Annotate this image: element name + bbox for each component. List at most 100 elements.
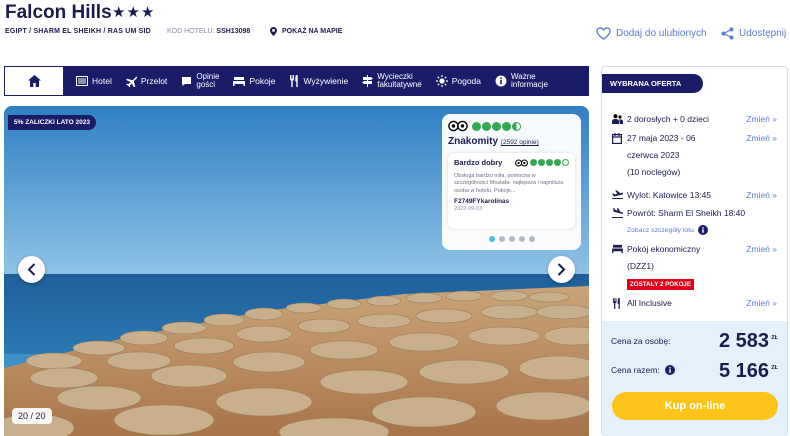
rating-bubble [554, 159, 561, 166]
rating-bubble [530, 159, 537, 166]
signpost-icon [362, 75, 374, 87]
tab-board-label: Wyżywienie [303, 75, 349, 86]
change-room-link[interactable]: Zmień » [746, 241, 777, 258]
pager-dot[interactable] [508, 236, 515, 242]
price-total-label: Cena razem: [611, 365, 660, 375]
offer-people: 2 dorosłych + 0 dzieci [612, 111, 709, 128]
tab-home[interactable] [4, 66, 64, 96]
tab-hotel-label: Hotel [92, 75, 112, 86]
review-rating [515, 158, 569, 167]
hotel-stars: ★★★ [112, 4, 156, 21]
home-icon [27, 75, 41, 87]
hotel-code-value: SSH13098 [216, 28, 251, 35]
rating-summary: Znakomity (2592 opinie) [448, 136, 575, 147]
breadcrumb[interactable]: EGIPT / SHARM EL SHEIKH / RAS UM SID [5, 28, 151, 35]
rating-bubble [482, 121, 491, 131]
buy-online-button[interactable]: Kup on-line [612, 392, 778, 420]
return-text: Powrót: Sharm El Sheikh 18:40 [627, 208, 746, 218]
currency-label: ZŁ [771, 335, 778, 341]
reviews-count-link[interactable]: (2592 opinie) [501, 139, 539, 146]
price-total: 5 166 [718, 360, 769, 382]
offer-dates: 27 maja 2023 - 06 czerwca 2023 (10 nocle… [612, 130, 696, 181]
price-box: Cena za osobę: 2 583 ZŁ Cena razem: 5 16… [602, 321, 787, 436]
hotel-tabs: Hotel Przelot Opinie gości Pokoje Wyżywi… [4, 66, 589, 96]
share-icon [721, 27, 734, 40]
tab-flight-label: Przelot [140, 75, 168, 86]
info-icon[interactable] [664, 365, 675, 375]
tab-hotel[interactable]: Hotel [64, 66, 119, 96]
dates-text: 27 maja 2023 - 06 czerwca 2023 (10 nocle… [627, 130, 696, 181]
tripadvisor-owl-icon [448, 120, 468, 132]
pager-dot-active[interactable] [488, 236, 495, 242]
tab-rooms-label: Pokoje [249, 75, 276, 86]
favorites-label: Dodaj do ulubionych [616, 28, 707, 39]
currency-label: ZŁ [771, 365, 778, 371]
share-label: Udostępnij [739, 28, 787, 39]
selected-offer-panel: WYBRANA OFERTA 2 dorosłych + 0 dzieci Zm… [601, 66, 788, 436]
plane-icon [125, 76, 137, 87]
price-per-person: 2 583 [718, 330, 769, 352]
room-text: Pokój ekonomiczny (DZZ1) [627, 241, 700, 275]
tab-excursions[interactable]: Wycieczki fakultatywne [355, 66, 428, 96]
bed-icon [233, 77, 246, 86]
offer-departure: Wylot: Katowice 13:45 [612, 187, 711, 204]
flight-details-link[interactable]: Zobacz szczegóły lotu [627, 225, 708, 235]
tab-important-info-label: Ważne informacje [511, 71, 548, 89]
sun-icon [435, 75, 448, 87]
tab-important-info[interactable]: Ważne informacje [488, 66, 555, 96]
review-author: F2749FYkarolinas [454, 198, 510, 206]
add-to-favorites-button[interactable]: Dodaj do ulubionych [596, 27, 707, 40]
change-board-link[interactable]: Zmień » [746, 295, 777, 312]
review-date: 2022-09-03 [454, 206, 483, 213]
tab-board[interactable]: Wyżywienie [282, 66, 355, 96]
change-flight-link[interactable]: Zmień » [746, 187, 777, 204]
gallery-next-button[interactable] [548, 256, 575, 283]
tab-reviews-label: Opinie gości [196, 71, 220, 89]
change-people-link[interactable]: Zmień » [746, 111, 777, 128]
pager-dot[interactable] [518, 236, 525, 242]
rating-word: Znakomity [448, 136, 499, 147]
photo-gallery[interactable]: 5% ZALICZKI LATO 2023 20 / 20 Znakomity … [4, 106, 589, 436]
info-icon [697, 225, 708, 235]
people-icon [612, 114, 623, 124]
room-line-1: Pokój ekonomiczny [627, 244, 701, 254]
change-dates-link[interactable]: Zmień » [746, 130, 777, 147]
tab-reviews[interactable]: Opinie gości [174, 66, 226, 96]
review-card: Bardzo dobry Obsługa bardzo miła, pomocn… [448, 153, 575, 229]
chevron-left-icon [27, 263, 36, 276]
rating-bubble-empty [562, 159, 569, 166]
pager-dot[interactable] [528, 236, 535, 242]
tripadvisor-card: Znakomity (2592 opinie) Bardzo dobry Obs [442, 114, 581, 250]
show-map-label: POKAŻ NA MAPIE [282, 28, 343, 35]
tab-weather[interactable]: Pogoda [429, 66, 488, 96]
dates-line-1: 27 maja 2023 - 06 [627, 133, 696, 143]
tab-weather-label: Pogoda [451, 75, 482, 86]
photo-counter: 20 / 20 [12, 408, 52, 424]
rating-bubble [502, 121, 511, 131]
offer-badge: WYBRANA OFERTA [602, 74, 703, 93]
cutlery-icon [612, 298, 620, 309]
share-button[interactable]: Udostępnij [721, 27, 786, 40]
rating-bubble-half [512, 121, 521, 131]
rating-bubble [546, 159, 553, 166]
dates-line-2: czerwca 2023 [627, 150, 680, 160]
comment-icon [182, 76, 192, 86]
tab-flight[interactable]: Przelot [119, 66, 174, 96]
plane-departure-icon [612, 190, 623, 199]
rooms-left-badge: ZOSTAŁY 2 POKOJE [627, 279, 694, 290]
tripadvisor-rating [448, 120, 575, 132]
offer-board: All Inclusive [612, 295, 672, 312]
show-map-link[interactable]: POKAŻ NA MAPIE [270, 27, 342, 36]
pager-dot[interactable] [498, 236, 505, 242]
tab-excursions-label: Wycieczki fakultatywne [377, 71, 422, 89]
gallery-prev-button[interactable] [18, 256, 45, 283]
offer-room: Pokój ekonomiczny (DZZ1) [612, 241, 700, 275]
price-per-person-label: Cena za osobę: [611, 336, 671, 346]
heart-icon [596, 27, 611, 40]
price-total-label-wrap: Cena razem: [611, 365, 675, 375]
nights-count: (10 noclegów) [627, 167, 681, 177]
review-pager [448, 236, 575, 242]
tab-rooms[interactable]: Pokoje [226, 66, 282, 96]
plane-arrival-icon [612, 208, 623, 218]
hotel-icon [76, 76, 88, 86]
